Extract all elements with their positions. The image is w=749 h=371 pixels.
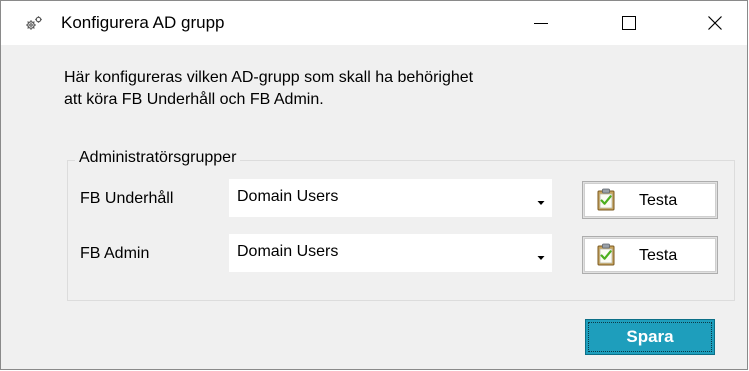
fb-underhall-group-select[interactable]: Domain Users [229, 179, 552, 217]
groupbox-title: Administratörsgrupper [75, 148, 241, 168]
clipboard-check-icon [597, 188, 615, 211]
close-icon [707, 15, 723, 31]
fb-underhall-test-button[interactable]: Testa [582, 181, 718, 219]
combo-selected-value: Domain Users [237, 243, 339, 260]
dropdown-arrow-icon [536, 194, 546, 205]
window-title: Konfigurera AD grupp [61, 13, 225, 32]
test-button-label: Testa [639, 192, 678, 209]
test-button-label: Testa [639, 247, 678, 264]
minimize-icon [533, 15, 549, 31]
maximize-button[interactable] [599, 1, 659, 45]
combo-selected-value: Domain Users [237, 188, 339, 205]
maximize-icon [621, 15, 637, 31]
description-text: Här konfigureras vilken AD-grupp som ska… [64, 69, 474, 108]
gear-icon [24, 14, 44, 34]
close-button[interactable] [685, 1, 745, 45]
save-button[interactable]: Spara [585, 319, 715, 355]
clipboard-check-icon [597, 243, 615, 266]
fb-underhall-label: FB Underhåll [80, 190, 174, 207]
save-button-label: Spara [626, 327, 674, 346]
minimize-button[interactable] [511, 1, 571, 45]
fb-admin-group-select[interactable]: Domain Users [229, 234, 552, 272]
fb-admin-label: FB Admin [80, 245, 150, 262]
dropdown-arrow-icon [536, 249, 546, 260]
dialog-window: Konfigurera AD grupp Här konfigureras vi… [0, 0, 748, 370]
fb-admin-test-button[interactable]: Testa [582, 236, 718, 274]
title-bar: Konfigurera AD grupp [1, 1, 747, 45]
